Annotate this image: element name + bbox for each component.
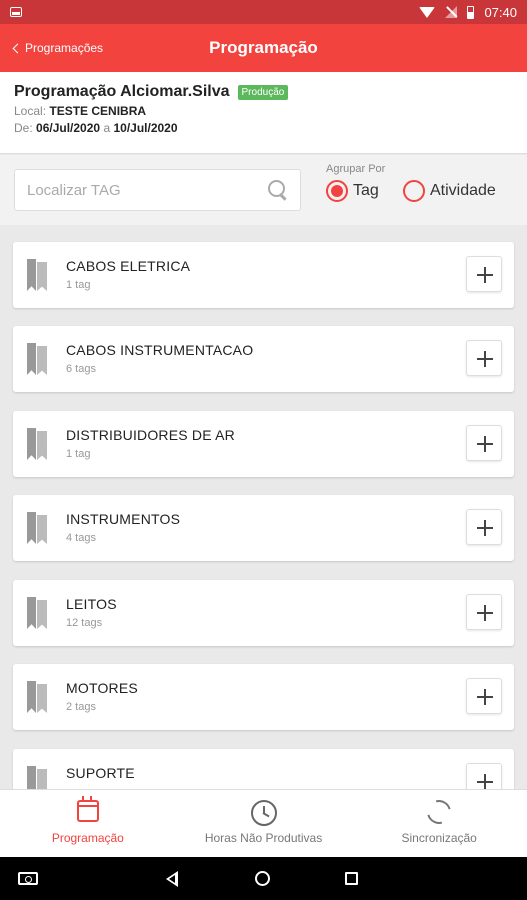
local-value: TESTE CENIBRA [49, 104, 147, 118]
group-count: 4 tags [66, 532, 96, 544]
sync-icon [422, 795, 456, 829]
add-button[interactable] [466, 594, 502, 630]
screenshot-button[interactable] [8, 857, 48, 900]
bookmark-icon [27, 259, 49, 291]
system-back-button[interactable] [152, 857, 192, 900]
list-item[interactable]: MOTORES 2 tags [13, 664, 514, 730]
group-by-label: Agrupar Por [326, 163, 386, 175]
date-separator: a [103, 121, 111, 135]
add-button[interactable] [466, 678, 502, 714]
bookmark-icon [27, 343, 49, 375]
add-button[interactable] [466, 256, 502, 292]
list-item[interactable]: LEITOS 12 tags [13, 580, 514, 646]
back-button[interactable]: Programações [12, 24, 104, 72]
status-time: 07:40 [484, 4, 517, 20]
notification-icon [10, 7, 22, 17]
list-item[interactable]: SUPORTE [13, 749, 514, 789]
bottom-nav: Programação Horas Não Produtivas Sincron… [0, 789, 527, 857]
group-count: 1 tag [66, 279, 91, 291]
bookmark-icon [27, 766, 49, 789]
bookmark-icon [27, 512, 49, 544]
group-count: 1 tag [66, 448, 91, 460]
location-line: Local: TESTE CENIBRA [14, 104, 513, 118]
signal-icon [445, 6, 458, 18]
group-name: LEITOS [66, 596, 117, 612]
recents-icon [344, 872, 358, 885]
nav-label: Sincronização [401, 831, 477, 845]
bookmark-icon [27, 681, 49, 713]
app-bar: Programações Programação [0, 24, 527, 72]
add-button[interactable] [466, 763, 502, 789]
calendar-icon [76, 796, 99, 822]
radio-unchecked-icon [403, 180, 425, 202]
system-nav-bar [0, 857, 527, 900]
group-count: 12 tags [66, 617, 103, 629]
home-button[interactable] [242, 857, 282, 900]
search-input[interactable] [15, 170, 255, 210]
back-triangle-icon [166, 870, 178, 887]
group-count: 2 tags [66, 701, 96, 713]
battery-icon [467, 5, 475, 19]
home-icon [254, 871, 270, 886]
radio-checked-icon [326, 180, 348, 202]
screenshot-icon [18, 872, 38, 885]
add-button[interactable] [466, 509, 502, 545]
add-button[interactable] [466, 340, 502, 376]
schedule-title: Programação Alciomar.Silva [14, 83, 230, 100]
group-count: 6 tags [66, 363, 96, 375]
list-item[interactable]: DISTRIBUIDORES DE AR 1 tag [13, 411, 514, 477]
search-box [14, 169, 301, 211]
clock-icon [250, 800, 277, 826]
local-label: Local: [14, 104, 47, 118]
wifi-icon [419, 6, 436, 18]
radio-tag-label: Tag [353, 182, 379, 199]
list-item[interactable]: CABOS INSTRUMENTACAO 6 tags [13, 326, 514, 392]
schedule-header: Programação Alciomar.Silva Produção Loca… [0, 72, 527, 154]
group-name: INSTRUMENTOS [66, 511, 181, 527]
group-name: DISTRIBUIDORES DE AR [66, 427, 235, 443]
group-name: CABOS INSTRUMENTACAO [66, 342, 254, 358]
date-from: 06/Jul/2020 [36, 121, 101, 135]
recents-button[interactable] [331, 857, 371, 900]
radio-atividade[interactable]: Atividade [403, 180, 496, 202]
tag-group-list: CABOS ELETRICA 1 tag CABOS INSTRUMENTACA… [0, 226, 527, 789]
group-name: CABOS ELETRICA [66, 258, 191, 274]
bookmark-icon [27, 428, 49, 460]
radio-atividade-label: Atividade [430, 182, 496, 199]
nav-label: Horas Não Produtivas [204, 831, 323, 845]
back-label: Programações [25, 41, 104, 55]
radio-tag[interactable]: Tag [326, 180, 379, 202]
group-name: SUPORTE [66, 765, 135, 781]
filter-bar: Agrupar Por Tag Atividade [0, 155, 527, 225]
nav-horas-nao-produtivas[interactable]: Horas Não Produtivas [176, 790, 352, 857]
bookmark-icon [27, 597, 49, 629]
nav-programacao[interactable]: Programação [0, 790, 176, 857]
group-name: MOTORES [66, 680, 138, 696]
search-icon[interactable] [268, 180, 288, 200]
nav-sincronizacao[interactable]: Sincronização [351, 790, 527, 857]
date-to: 10/Jul/2020 [113, 121, 178, 135]
date-line: De: 06/Jul/2020 a 10/Jul/2020 [14, 121, 513, 135]
list-item[interactable]: INSTRUMENTOS 4 tags [13, 495, 514, 561]
list-item[interactable]: CABOS ELETRICA 1 tag [13, 242, 514, 308]
add-button[interactable] [466, 425, 502, 461]
status-badge: Produção [237, 84, 289, 100]
chevron-left-icon [12, 43, 23, 54]
nav-label: Programação [51, 831, 124, 845]
status-bar: 07:40 [0, 0, 527, 24]
date-label: De: [14, 121, 33, 135]
